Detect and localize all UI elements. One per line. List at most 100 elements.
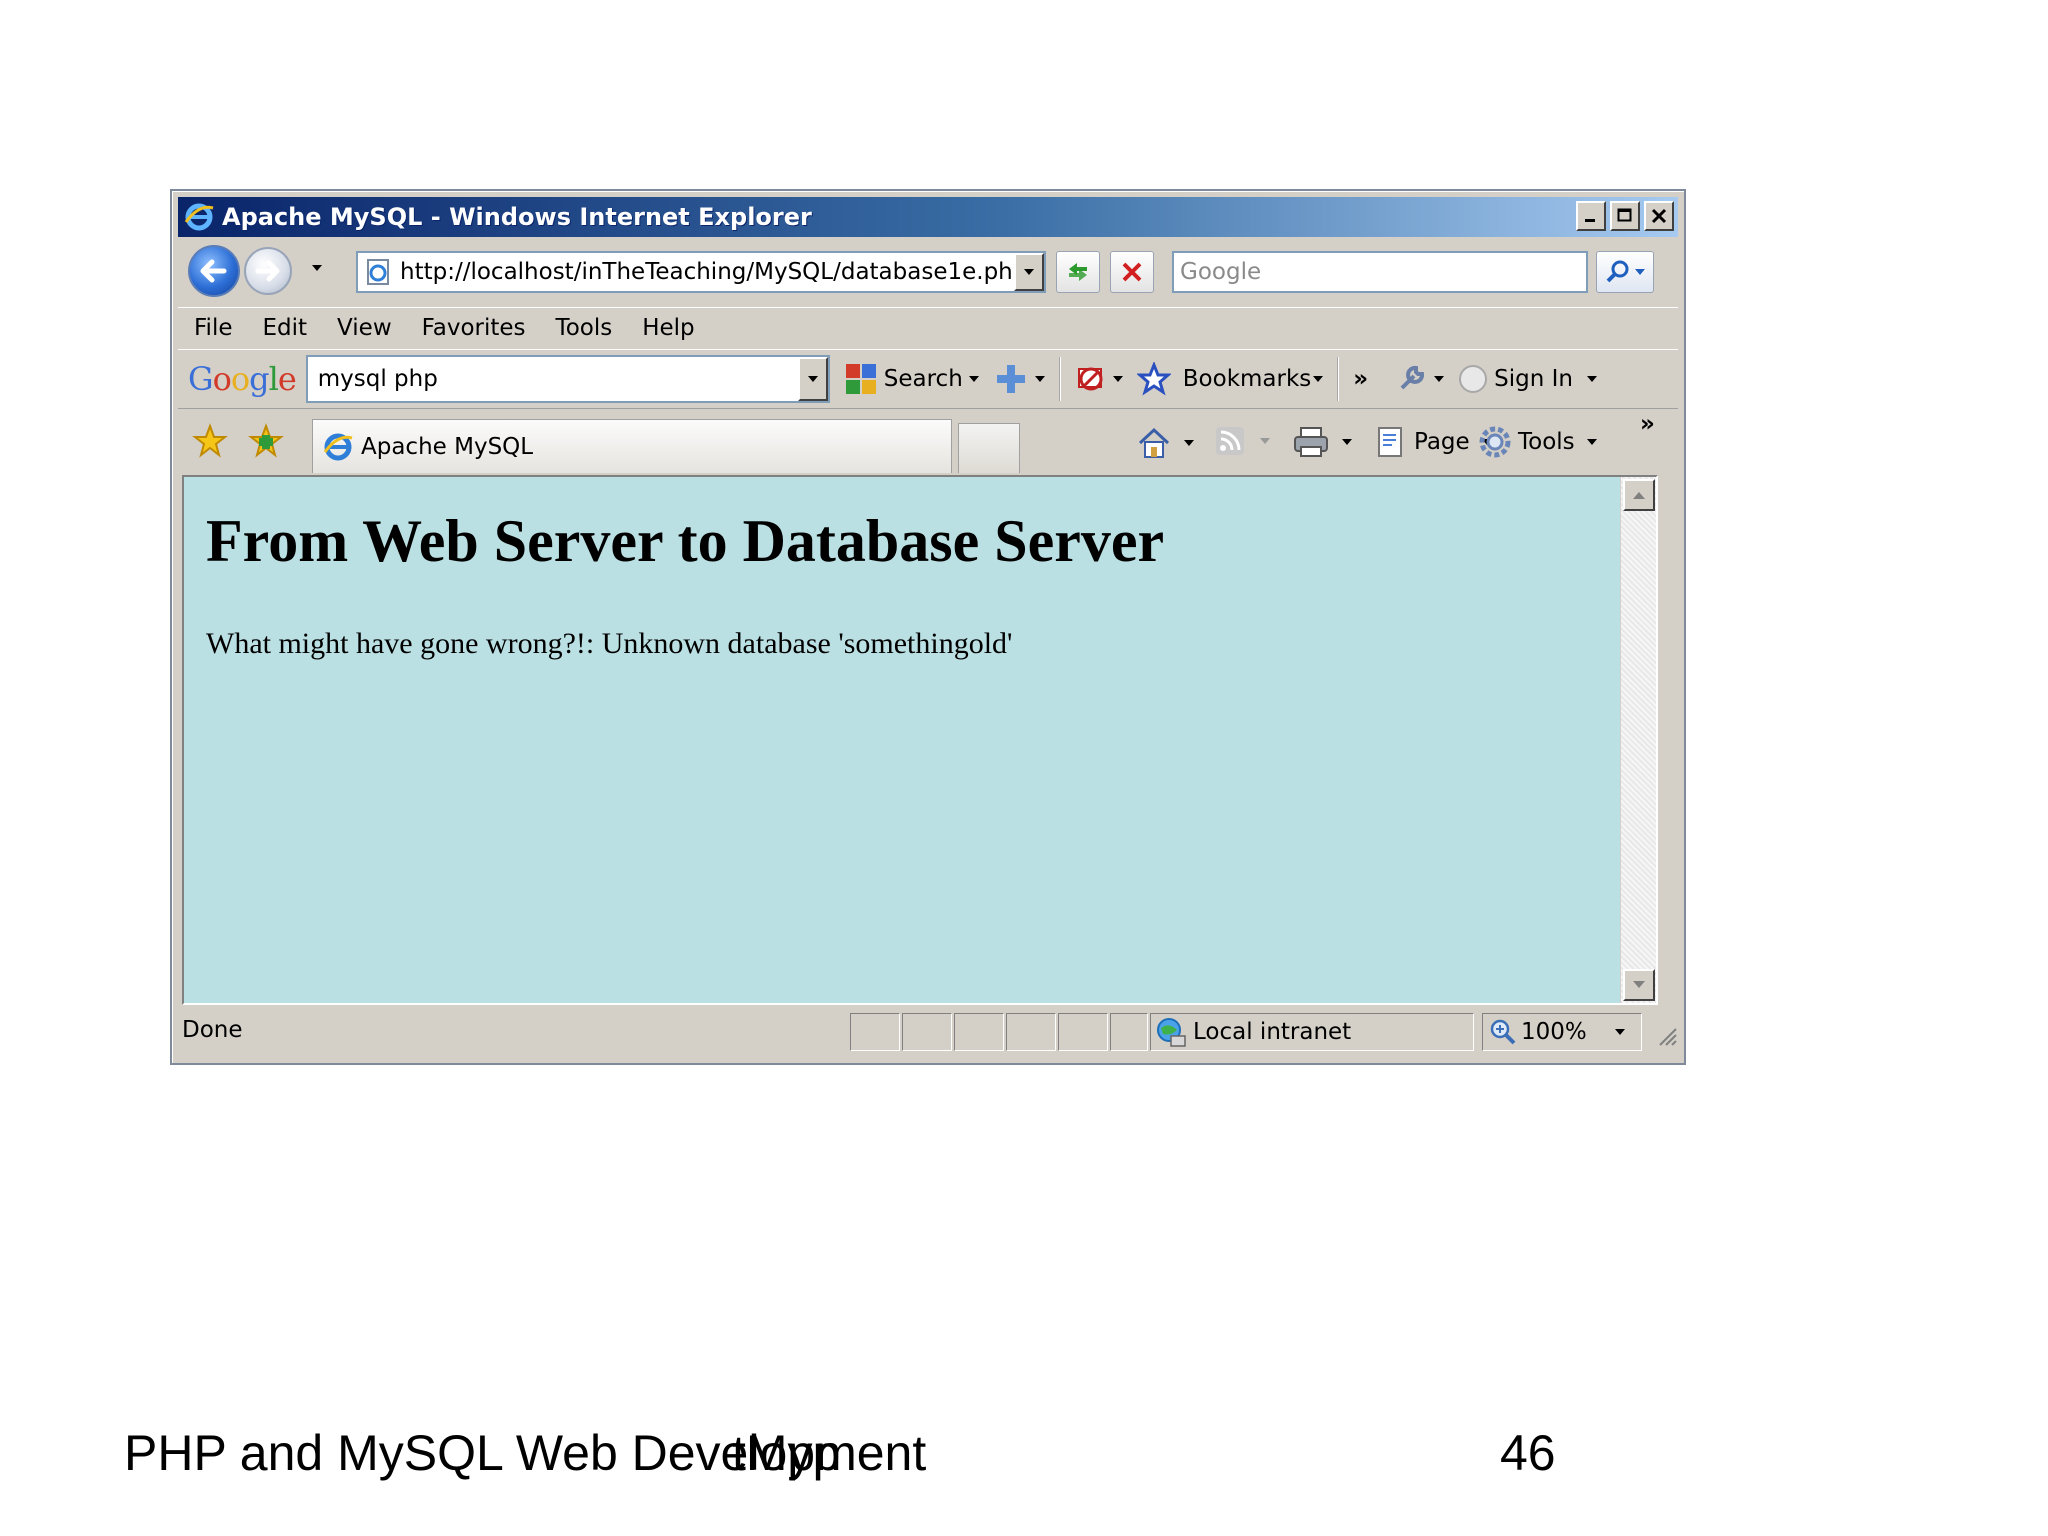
chevron-down-icon bbox=[1586, 376, 1597, 382]
add-button[interactable] bbox=[993, 361, 1045, 397]
toolbar-divider bbox=[1058, 357, 1061, 401]
refresh-button[interactable] bbox=[1056, 251, 1100, 293]
menu-bar: File Edit View Favorites Tools Help bbox=[178, 307, 1678, 347]
favorites-star-icon[interactable] bbox=[192, 423, 228, 459]
search-icon bbox=[1606, 260, 1629, 283]
status-cell bbox=[1110, 1013, 1148, 1051]
minimize-button[interactable] bbox=[1576, 201, 1606, 231]
browser-window: Apache MySQL - Windows Internet Explorer… bbox=[170, 189, 1686, 1065]
status-cell bbox=[902, 1013, 952, 1051]
security-zone[interactable]: Local intranet bbox=[1150, 1013, 1474, 1051]
zoom-level: 100% bbox=[1521, 1019, 1587, 1045]
chevron-down-icon[interactable] bbox=[1614, 1029, 1625, 1035]
sign-in-button[interactable]: Sign In bbox=[1458, 364, 1597, 394]
feeds-button[interactable] bbox=[1214, 425, 1270, 457]
google-search-input[interactable]: mysql php bbox=[305, 355, 830, 403]
command-overflow-button[interactable]: » bbox=[1640, 411, 1655, 437]
navigation-bar: http://localhost/inTheTeaching/MySQL/dat… bbox=[178, 239, 1678, 303]
forward-button[interactable] bbox=[244, 247, 292, 295]
home-icon bbox=[1138, 427, 1170, 458]
search-placeholder: Google bbox=[1180, 259, 1262, 285]
tools-menu-label: Tools bbox=[1518, 429, 1575, 455]
security-zone-label: Local intranet bbox=[1193, 1019, 1352, 1045]
page-icon bbox=[367, 259, 389, 285]
menu-view[interactable]: View bbox=[337, 315, 392, 341]
refresh-icon bbox=[1069, 263, 1087, 281]
tab-label: Apache MySQL bbox=[361, 433, 534, 460]
popup-blocker-icon bbox=[1077, 367, 1103, 391]
chevron-up-icon bbox=[1633, 492, 1645, 499]
address-input[interactable]: http://localhost/inTheTeaching/MySQL/dat… bbox=[400, 259, 1014, 285]
address-bar[interactable]: http://localhost/inTheTeaching/MySQL/dat… bbox=[356, 251, 1046, 293]
menu-tools[interactable]: Tools bbox=[556, 315, 613, 341]
page-icon bbox=[1378, 427, 1402, 457]
back-button[interactable] bbox=[188, 245, 240, 297]
search-input[interactable]: Google bbox=[1172, 251, 1588, 293]
chevron-down-icon bbox=[968, 376, 979, 382]
forward-arrow-icon bbox=[255, 260, 280, 282]
add-favorite-icon[interactable] bbox=[248, 423, 284, 459]
wrench-icon bbox=[1400, 365, 1425, 390]
page-menu-button[interactable]: Page bbox=[1374, 425, 1492, 459]
minimize-icon bbox=[1585, 219, 1595, 222]
page-heading: From Web Server to Database Server bbox=[206, 508, 1165, 574]
google-search-button[interactable]: Search bbox=[844, 362, 979, 396]
toolbar-overflow-button[interactable]: » bbox=[1353, 366, 1368, 392]
title-bar[interactable]: Apache MySQL - Windows Internet Explorer bbox=[178, 197, 1678, 237]
home-button[interactable] bbox=[1136, 425, 1194, 461]
maximize-icon bbox=[1617, 208, 1632, 222]
menu-edit[interactable]: Edit bbox=[263, 315, 308, 341]
close-button[interactable] bbox=[1644, 201, 1674, 231]
new-tab-button[interactable] bbox=[958, 423, 1020, 473]
status-bar: Done Local intranet 100% bbox=[178, 1009, 1678, 1053]
chevron-down-icon bbox=[1034, 376, 1045, 382]
scroll-up-button[interactable] bbox=[1623, 479, 1655, 511]
chevron-down-icon bbox=[1260, 438, 1270, 444]
menu-file[interactable]: File bbox=[194, 315, 233, 341]
close-icon bbox=[1651, 208, 1667, 224]
tab-apache-mysql[interactable]: Apache MySQL bbox=[312, 419, 952, 473]
search-button[interactable] bbox=[1596, 251, 1654, 293]
stop-button[interactable] bbox=[1110, 251, 1154, 293]
globe-network-icon bbox=[1157, 1018, 1186, 1047]
menu-favorites[interactable]: Favorites bbox=[422, 315, 526, 341]
search-options-icon[interactable] bbox=[1635, 269, 1645, 275]
chevron-down-icon bbox=[1112, 376, 1123, 382]
vertical-scrollbar[interactable] bbox=[1620, 477, 1656, 1003]
page-menu-label: Page bbox=[1414, 429, 1470, 455]
stop-icon bbox=[1122, 262, 1142, 282]
sign-in-label: Sign In bbox=[1494, 366, 1573, 392]
chevron-down-icon bbox=[1024, 269, 1034, 275]
status-cell bbox=[850, 1013, 900, 1051]
settings-wrench-button[interactable] bbox=[1394, 362, 1445, 396]
chevron-down-icon bbox=[1313, 376, 1324, 382]
scroll-down-button[interactable] bbox=[1623, 969, 1655, 1001]
google-history-dropdown[interactable] bbox=[797, 357, 828, 401]
status-cell bbox=[1006, 1013, 1056, 1051]
tools-menu-button[interactable]: Tools bbox=[1478, 425, 1597, 459]
print-button[interactable] bbox=[1292, 425, 1352, 459]
slide-number: 46 bbox=[1500, 1425, 1556, 1481]
menu-help[interactable]: Help bbox=[642, 315, 694, 341]
error-message: What might have gone wrong?!: Unknown da… bbox=[206, 627, 1013, 660]
address-dropdown-button[interactable] bbox=[1014, 253, 1044, 291]
chevron-down-icon bbox=[1184, 440, 1194, 446]
page-content: From Web Server to Database Server What … bbox=[182, 475, 1658, 1005]
popup-blocker-button[interactable] bbox=[1075, 363, 1123, 395]
zoom-control[interactable]: 100% bbox=[1482, 1013, 1642, 1051]
ie-logo-icon bbox=[182, 200, 216, 234]
google-search-label: Search bbox=[883, 366, 963, 392]
bookmarks-button[interactable]: Bookmarks bbox=[1136, 362, 1324, 396]
chevron-down-icon bbox=[1633, 981, 1645, 988]
bookmarks-label: Bookmarks bbox=[1182, 366, 1312, 392]
google-query-text: mysql php bbox=[317, 366, 438, 392]
status-cell bbox=[1058, 1013, 1108, 1051]
toolbar-divider bbox=[1337, 357, 1340, 401]
resize-grip-icon[interactable] bbox=[1656, 1025, 1678, 1047]
google-toolbar: Google mysql php Search Bookmarks » Sign… bbox=[178, 349, 1678, 409]
ie-logo-icon bbox=[321, 430, 355, 464]
recent-pages-dropdown-icon[interactable] bbox=[312, 265, 322, 271]
slide-footer-overlap-text: tMyp bbox=[732, 1425, 841, 1481]
chevron-down-icon bbox=[1586, 439, 1597, 445]
maximize-button[interactable] bbox=[1610, 201, 1640, 231]
